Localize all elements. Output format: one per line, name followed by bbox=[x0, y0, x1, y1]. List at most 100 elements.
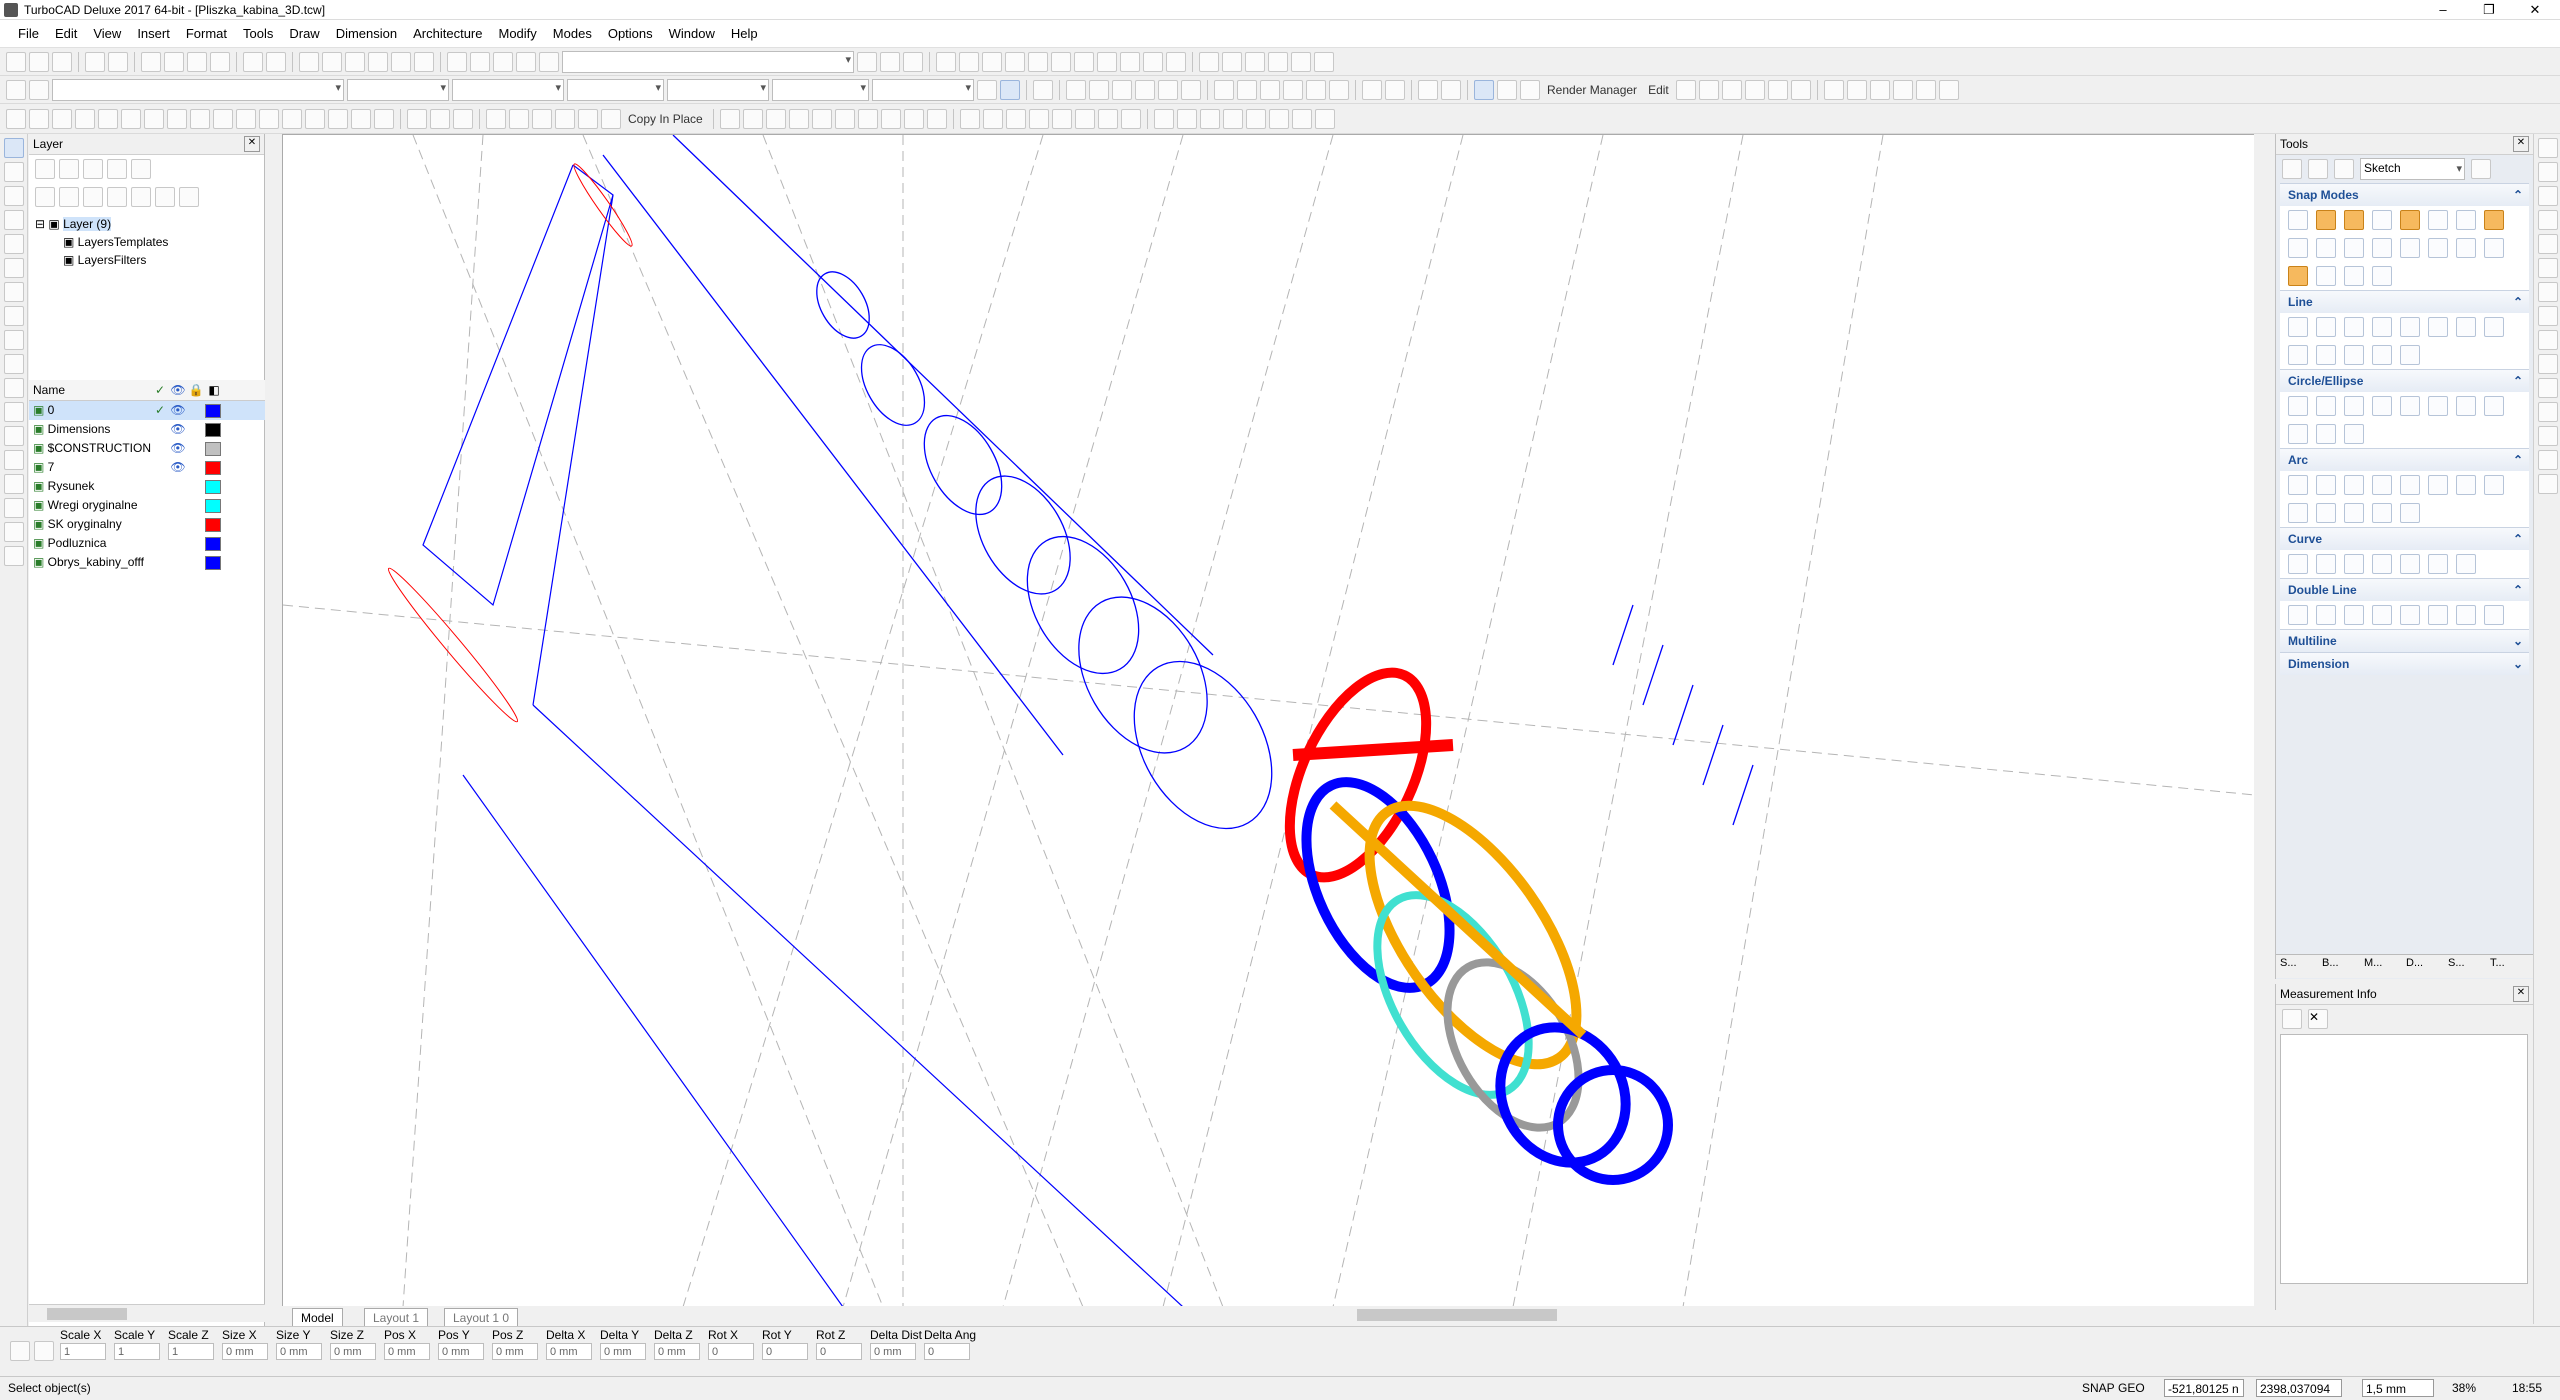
snap-color-icon[interactable] bbox=[2372, 266, 2392, 286]
snap-intersection-icon[interactable] bbox=[2484, 210, 2504, 230]
multi-line-icon[interactable] bbox=[2316, 317, 2336, 337]
block-icon[interactable] bbox=[1199, 51, 1219, 72]
column-lock-icon[interactable]: 🔒 bbox=[187, 380, 205, 400]
linear-copy-icon[interactable] bbox=[532, 108, 552, 129]
chamfer-icon[interactable] bbox=[811, 108, 832, 129]
minimize-button[interactable]: – bbox=[2420, 0, 2466, 20]
layer-visible-icon[interactable] bbox=[169, 534, 187, 553]
material-combo[interactable] bbox=[872, 78, 974, 101]
palette-icon[interactable] bbox=[2471, 159, 2491, 179]
tab-model[interactable]: Model bbox=[292, 1308, 343, 1328]
palette-properties-icon[interactable] bbox=[2538, 426, 2558, 446]
inspector-input[interactable]: 0 mm bbox=[492, 1343, 538, 1360]
palette-textures-icon[interactable] bbox=[2538, 306, 2558, 326]
layer-lock-icon[interactable] bbox=[187, 515, 205, 534]
copy-in-place-label[interactable]: Copy In Place bbox=[624, 112, 707, 126]
layer-visible-icon[interactable]: 👁 bbox=[169, 458, 187, 477]
arc-tangent-icon[interactable] bbox=[2400, 475, 2420, 495]
tab-s2[interactable]: S... bbox=[2448, 957, 2488, 976]
layer-current-icon[interactable] bbox=[151, 420, 169, 439]
inspector-input[interactable]: 0 mm bbox=[546, 1343, 592, 1360]
layer-row[interactable]: ▣ Wregi oryginalne bbox=[29, 496, 265, 515]
stretch-icon[interactable] bbox=[880, 108, 901, 129]
box-icon[interactable] bbox=[6, 108, 26, 129]
inspector-input[interactable]: 0 bbox=[762, 1343, 808, 1360]
step-field[interactable]: 1,5 mm bbox=[2362, 1379, 2434, 1397]
section-circle-ellipse[interactable]: Circle/Ellipse ⌃ bbox=[2280, 369, 2529, 392]
palette-inspector-icon[interactable] bbox=[2538, 450, 2558, 470]
snap-ortho-icon[interactable] bbox=[2484, 238, 2504, 258]
revolve-icon[interactable] bbox=[190, 108, 210, 129]
layer-color-swatch[interactable] bbox=[205, 496, 223, 515]
view-bottom-icon[interactable] bbox=[1181, 79, 1201, 100]
palette-design-icon[interactable] bbox=[2538, 258, 2558, 278]
pen-width-combo[interactable] bbox=[567, 78, 664, 101]
palette-layers-icon[interactable] bbox=[2538, 162, 2558, 182]
move-icon[interactable] bbox=[1051, 108, 1072, 129]
dl-rect-icon[interactable] bbox=[2372, 605, 2392, 625]
layer-color-swatch[interactable] bbox=[205, 458, 223, 477]
inspector-input[interactable]: 1 bbox=[168, 1343, 214, 1360]
menu-help[interactable]: Help bbox=[723, 26, 766, 41]
circle-3pt-icon[interactable] bbox=[2372, 396, 2392, 416]
layer-lock-icon[interactable] bbox=[187, 477, 205, 496]
boolean-subtract-icon[interactable] bbox=[430, 108, 450, 129]
arc-2pt-icon[interactable] bbox=[2344, 475, 2364, 495]
polygon-icon[interactable] bbox=[2344, 317, 2364, 337]
reference-icon[interactable] bbox=[2334, 159, 2354, 179]
modify-tool-icon[interactable] bbox=[4, 378, 24, 398]
layer-color-swatch[interactable] bbox=[205, 477, 223, 496]
tab-layout-1-0[interactable]: Layout 1 0 bbox=[444, 1308, 519, 1328]
section-double-line[interactable]: Double Line ⌃ bbox=[2280, 578, 2529, 601]
inspector-input[interactable]: 0 mm bbox=[276, 1343, 322, 1360]
bisect-line-icon[interactable] bbox=[2344, 345, 2364, 365]
inspector-input[interactable]: 0 mm bbox=[330, 1343, 376, 1360]
symbol-tool-icon[interactable] bbox=[4, 426, 24, 446]
layer-visible-icon[interactable]: 👁 bbox=[169, 420, 187, 439]
snap-nearest-icon[interactable] bbox=[1120, 51, 1140, 72]
cylinder-icon[interactable] bbox=[52, 108, 72, 129]
door-tool-icon[interactable] bbox=[4, 546, 24, 566]
arc-center-icon[interactable] bbox=[2288, 475, 2308, 495]
measure-clear-icon[interactable]: ✕ bbox=[2308, 1009, 2328, 1029]
palette-materials-icon[interactable] bbox=[2538, 234, 2558, 254]
layer-icon[interactable] bbox=[29, 79, 49, 100]
snap-intersection-icon[interactable] bbox=[1097, 51, 1117, 72]
iso-view-5-icon[interactable] bbox=[1306, 79, 1326, 100]
menu-modify[interactable]: Modify bbox=[491, 26, 545, 41]
inspector-input[interactable]: 1 bbox=[114, 1343, 160, 1360]
materials-icon[interactable] bbox=[1721, 79, 1742, 100]
render-draft-icon[interactable] bbox=[1497, 79, 1517, 100]
polyline-tool-icon[interactable] bbox=[4, 186, 24, 206]
fillet-3d-icon[interactable] bbox=[328, 108, 348, 129]
area-icon[interactable] bbox=[1222, 108, 1243, 129]
view-icon[interactable] bbox=[447, 51, 467, 72]
layer-visible-icon[interactable] bbox=[169, 477, 187, 496]
snap-vertex-icon[interactable] bbox=[2316, 210, 2336, 230]
layer-panel-close-button[interactable]: ✕ bbox=[244, 136, 260, 152]
layer-lock-icon[interactable] bbox=[187, 534, 205, 553]
meet-icon[interactable] bbox=[926, 108, 947, 129]
menu-view[interactable]: View bbox=[85, 26, 129, 41]
angled-line-icon[interactable] bbox=[2316, 345, 2336, 365]
workplane-by-pointer-icon[interactable] bbox=[1441, 79, 1461, 100]
close-button[interactable]: ✕ bbox=[2512, 0, 2558, 20]
tab-t[interactable]: T... bbox=[2490, 957, 2530, 976]
layer-eye-icon[interactable] bbox=[155, 187, 175, 207]
tree-item-templates[interactable]: ▣ LayersTemplates bbox=[35, 233, 258, 251]
triangle-icon[interactable] bbox=[2372, 317, 2392, 337]
layer-row[interactable]: ▣ SK oryginalny bbox=[29, 515, 265, 534]
tab-m[interactable]: M... bbox=[2364, 957, 2404, 976]
grid-icon[interactable] bbox=[903, 51, 923, 72]
orbit-icon[interactable] bbox=[470, 51, 490, 72]
array-copy-icon[interactable] bbox=[509, 108, 529, 129]
menu-edit[interactable]: Edit bbox=[47, 26, 85, 41]
chamfer-3d-icon[interactable] bbox=[351, 108, 371, 129]
snap-tangent-icon[interactable] bbox=[2316, 238, 2336, 258]
scale-icon[interactable] bbox=[1028, 108, 1049, 129]
new-layer-template-icon[interactable] bbox=[59, 159, 79, 179]
view-left-icon[interactable] bbox=[1112, 79, 1132, 100]
ellipse-icon[interactable] bbox=[2456, 396, 2476, 416]
arc-iso-icon[interactable] bbox=[2400, 503, 2420, 523]
snap-nearest-icon[interactable] bbox=[2344, 210, 2364, 230]
